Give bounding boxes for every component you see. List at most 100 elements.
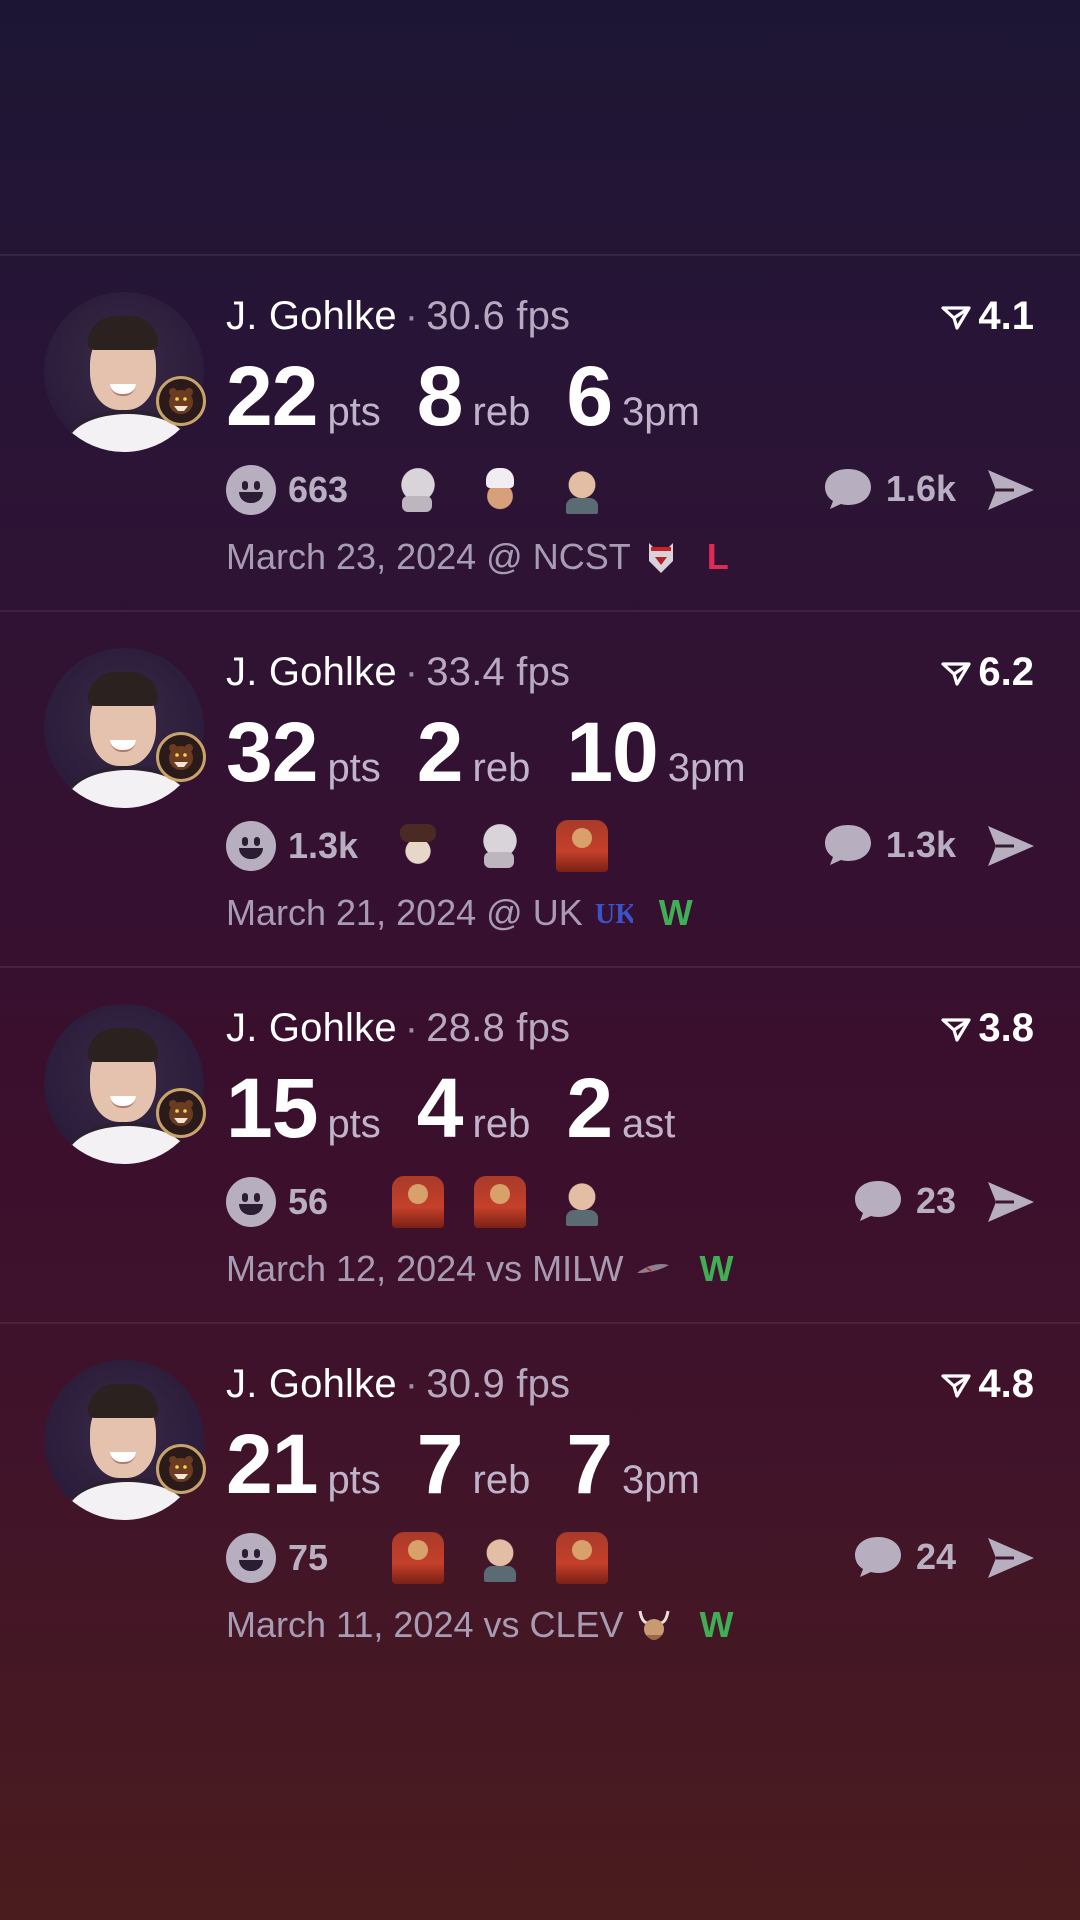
comments-button[interactable]: 1.6k: [822, 466, 956, 512]
game-info-line: March 11, 2024 vs CLEV W: [226, 1604, 734, 1646]
rating-arrow-icon: [941, 1373, 971, 1398]
player-name-line[interactable]: J. Gohlke · 33.4 fps: [226, 650, 570, 695]
share-send-icon[interactable]: [984, 822, 1038, 870]
comment-count: 1.3k: [885, 824, 956, 865]
stat-reb: 7 reb: [417, 1416, 531, 1513]
separator-dot: ·: [404, 650, 419, 694]
svg-text:UK: UK: [595, 899, 633, 930]
player-name: J. Gohlke: [226, 1362, 397, 1406]
add-reaction-icon[interactable]: [226, 1177, 276, 1227]
reaction-emojis: [392, 464, 638, 516]
game-date-opponent: March 11, 2024 vs CLEV: [226, 1604, 624, 1645]
stat-line: 32 pts 2 reb 10 3pm: [226, 704, 782, 801]
stat-reb: 4 reb: [417, 1060, 531, 1157]
comments-button[interactable]: 24: [852, 1534, 956, 1580]
chef-emoji-icon[interactable]: [474, 464, 526, 516]
player-avatar[interactable]: [44, 1360, 204, 1520]
add-reaction-icon[interactable]: [226, 465, 276, 515]
reaction-emojis: [392, 1532, 638, 1584]
rating-value: 3.8: [978, 1006, 1034, 1050]
hands-emoji-icon[interactable]: [392, 820, 444, 872]
fire-emoji-icon[interactable]: [474, 1176, 526, 1228]
rating-value: 4.1: [978, 294, 1034, 338]
reactions-row[interactable]: 663: [226, 464, 638, 516]
feather-logo-icon: [633, 1249, 673, 1289]
add-reaction-icon[interactable]: [226, 821, 276, 871]
stat-value: 10: [566, 705, 658, 799]
add-reaction-icon[interactable]: [226, 1533, 276, 1583]
stat-reb: 8 reb: [417, 348, 531, 445]
comment-bubble-icon: [824, 469, 871, 509]
stat-unit: 3pm: [622, 1458, 700, 1502]
comment-count: 23: [915, 1180, 956, 1221]
stat-unit: pts: [327, 1102, 381, 1146]
share-send-icon[interactable]: [984, 466, 1038, 514]
share-send-icon[interactable]: [984, 1534, 1038, 1582]
game-feed: J. Gohlke · 30.6 fps 4.1 22 pts 8 reb 6 3pm 663…: [0, 254, 1080, 1678]
reaction-count: 75: [288, 1537, 329, 1578]
stat-value: 8: [416, 349, 464, 443]
fantasy-points: 30.9 fps: [426, 1362, 571, 1406]
comment-count: 24: [915, 1536, 956, 1577]
comment-bubble-icon: [824, 825, 871, 865]
comment-count: 1.6k: [885, 468, 956, 509]
reactions-row[interactable]: 75: [226, 1532, 638, 1584]
player-avatar[interactable]: [44, 1004, 204, 1164]
rating[interactable]: 4.1: [940, 294, 1034, 339]
stat-3pm: 7 3pm: [566, 1416, 700, 1513]
reaction-count: 1.3k: [288, 825, 359, 866]
game-info-line: March 23, 2024 @ NCST L: [226, 536, 729, 578]
fantasy-points: 28.8 fps: [426, 1006, 571, 1050]
stat-unit: 3pm: [622, 390, 700, 434]
team-badge-icon: [156, 376, 206, 426]
stat-line: 22 pts 8 reb 6 3pm: [226, 348, 736, 445]
reactions-row[interactable]: 1.3k: [226, 820, 638, 872]
rating-value: 6.2: [978, 650, 1034, 694]
team-badge-icon: [156, 1444, 206, 1494]
baby-emoji-icon[interactable]: [556, 1176, 608, 1228]
game-result: W: [699, 1248, 734, 1289]
player-name: J. Gohlke: [226, 294, 397, 338]
stat-value: 32: [226, 705, 318, 799]
player-name: J. Gohlke: [226, 650, 397, 694]
player-name-line[interactable]: J. Gohlke · 30.9 fps: [226, 1362, 570, 1407]
separator-dot: ·: [404, 1006, 419, 1050]
reaction-emojis: [392, 820, 638, 872]
stat-pts: 32 pts: [226, 704, 381, 801]
game-card[interactable]: J. Gohlke · 33.4 fps 6.2 32 pts 2 reb 10 3pm 1.…: [0, 610, 1080, 966]
game-card[interactable]: J. Gohlke · 30.6 fps 4.1 22 pts 8 reb 6 3pm 663…: [0, 254, 1080, 610]
goat-emoji-icon[interactable]: [474, 820, 526, 872]
rating[interactable]: 3.8: [940, 1006, 1034, 1051]
goat-emoji-icon[interactable]: [392, 464, 444, 516]
stat-unit: 3pm: [667, 746, 746, 790]
rating[interactable]: 6.2: [940, 650, 1034, 695]
fire-emoji-icon[interactable]: [392, 1532, 444, 1584]
game-card[interactable]: J. Gohlke · 28.8 fps 3.8 15 pts 4 reb 2 ast 56 …: [0, 966, 1080, 1322]
share-send-icon[interactable]: [984, 1178, 1038, 1226]
player-name-line[interactable]: J. Gohlke · 30.6 fps: [226, 294, 570, 339]
fire-emoji-icon[interactable]: [556, 1532, 608, 1584]
fire-emoji-icon[interactable]: [392, 1176, 444, 1228]
baby-emoji-icon[interactable]: [556, 464, 608, 516]
player-name-line[interactable]: J. Gohlke · 28.8 fps: [226, 1006, 570, 1051]
stat-value: 15: [226, 1061, 318, 1155]
comments-button[interactable]: 1.3k: [822, 822, 956, 868]
player-avatar[interactable]: [44, 292, 204, 452]
uk-logo-icon: UK: [593, 893, 637, 933]
stat-value: 2: [416, 705, 464, 799]
rating[interactable]: 4.8: [940, 1362, 1034, 1407]
player-avatar[interactable]: [44, 648, 204, 808]
comments-button[interactable]: 23: [852, 1178, 956, 1224]
viking-logo-icon: [634, 1605, 674, 1645]
game-result: W: [699, 1604, 734, 1645]
fire-emoji-icon[interactable]: [556, 820, 608, 872]
stat-3pm: 10 3pm: [566, 704, 745, 801]
comment-bubble-icon: [854, 1537, 901, 1577]
stat-line: 21 pts 7 reb 7 3pm: [226, 1416, 736, 1513]
baby-emoji-icon[interactable]: [474, 1532, 526, 1584]
stat-value: 22: [226, 349, 318, 443]
game-card[interactable]: J. Gohlke · 30.9 fps 4.8 21 pts 7 reb 7 3pm 75 …: [0, 1322, 1080, 1678]
stat-value: 21: [226, 1417, 318, 1511]
reaction-count: 56: [288, 1181, 329, 1222]
reactions-row[interactable]: 56: [226, 1176, 638, 1228]
